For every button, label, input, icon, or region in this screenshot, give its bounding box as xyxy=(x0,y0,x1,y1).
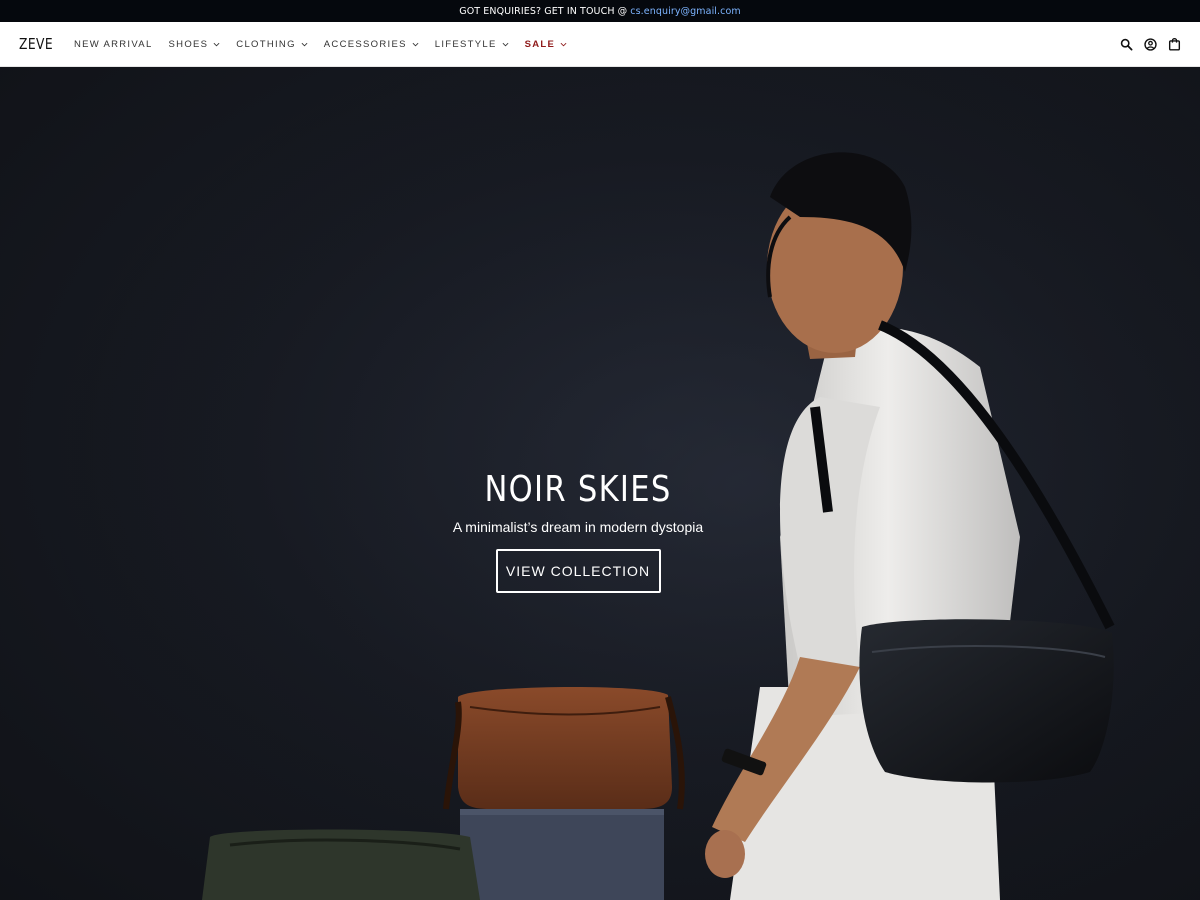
nav-item-label: ACCESSORIES xyxy=(323,38,407,50)
cart-icon[interactable] xyxy=(1167,37,1181,51)
announcement-bar: GOT ENQUIRIES? GET IN TOUCH @ cs.enquiry… xyxy=(0,0,1200,22)
chevron-down-icon xyxy=(502,42,509,46)
chevron-down-icon xyxy=(213,42,220,46)
site-header: ZEVE NEW ARRIVAL SHOES CLOTHING ACCESSOR… xyxy=(0,22,1200,67)
account-icon[interactable] xyxy=(1143,37,1157,51)
nav-item-accessories[interactable]: ACCESSORIES xyxy=(324,39,419,50)
header-icons xyxy=(1119,37,1181,51)
search-icon[interactable] xyxy=(1119,37,1133,51)
nav-item-label: SHOES xyxy=(168,38,209,50)
hero-banner: NOIR SKIES A minimalist’s dream in moder… xyxy=(0,67,1200,900)
hero-subtitle: A minimalist’s dream in modern dystopia xyxy=(452,519,704,535)
chevron-down-icon xyxy=(301,42,308,46)
chevron-down-icon xyxy=(412,42,419,46)
nav-item-label: SALE xyxy=(524,38,556,50)
nav-item-new-arrival[interactable]: NEW ARRIVAL xyxy=(74,39,153,50)
nav-item-label: LIFESTYLE xyxy=(434,38,497,50)
hero-content: NOIR SKIES A minimalist’s dream in moder… xyxy=(378,469,778,593)
nav-item-label: CLOTHING xyxy=(236,38,296,50)
main-nav: NEW ARRIVAL SHOES CLOTHING ACCESSORIES L… xyxy=(74,39,583,50)
chevron-down-icon xyxy=(560,42,567,46)
nav-item-clothing[interactable]: CLOTHING xyxy=(236,39,308,50)
nav-item-sale[interactable]: SALE xyxy=(525,39,568,50)
nav-item-shoes[interactable]: SHOES xyxy=(169,39,221,50)
site-logo[interactable]: ZEVE xyxy=(19,35,53,53)
nav-item-label: NEW ARRIVAL xyxy=(74,38,153,50)
view-collection-button[interactable]: VIEW COLLECTION xyxy=(495,549,661,593)
announcement-text: GOT ENQUIRIES? GET IN TOUCH @ xyxy=(459,5,628,17)
nav-item-lifestyle[interactable]: LIFESTYLE xyxy=(435,39,509,50)
announcement-email-link[interactable]: cs.enquiry@gmail.com xyxy=(630,6,740,17)
hero-title: NOIR SKIES xyxy=(484,469,672,510)
